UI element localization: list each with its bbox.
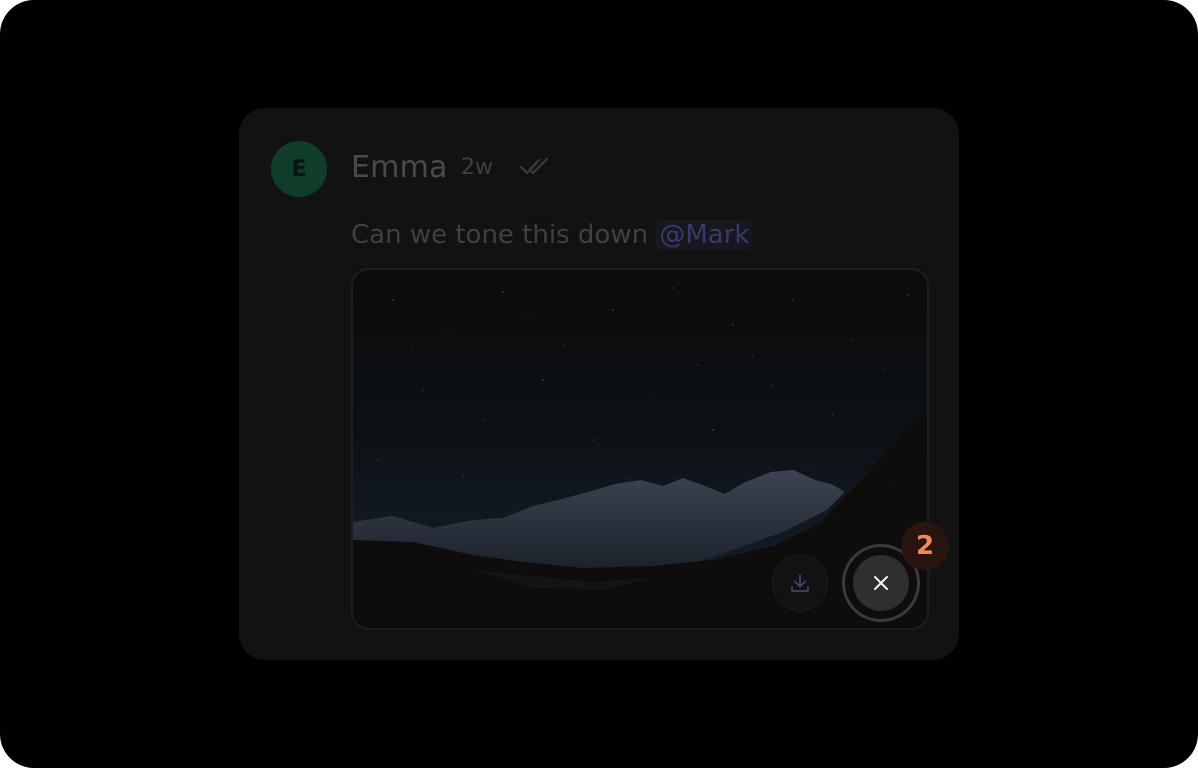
mention-link[interactable]: @Mark [656, 220, 753, 250]
close-icon [874, 576, 888, 590]
message-text: Can we tone this down [351, 220, 657, 250]
download-button[interactable] [772, 555, 828, 611]
author-name: Emma [351, 150, 448, 185]
avatar: E [271, 141, 327, 197]
timestamp: 2w [461, 155, 493, 180]
dimmed-screen-overlay: E Emma 2w Can we tone this down @Mark 2 [0, 0, 1198, 768]
close-button[interactable] [853, 555, 909, 611]
comment-card: E Emma 2w Can we tone this down @Mark 2 [239, 108, 959, 660]
double-check-icon [519, 157, 549, 175]
mountain-night-image [353, 270, 927, 628]
step-badge: 2 [901, 522, 949, 570]
comment-message: Can we tone this down @Mark [351, 220, 753, 250]
download-icon [791, 574, 809, 592]
